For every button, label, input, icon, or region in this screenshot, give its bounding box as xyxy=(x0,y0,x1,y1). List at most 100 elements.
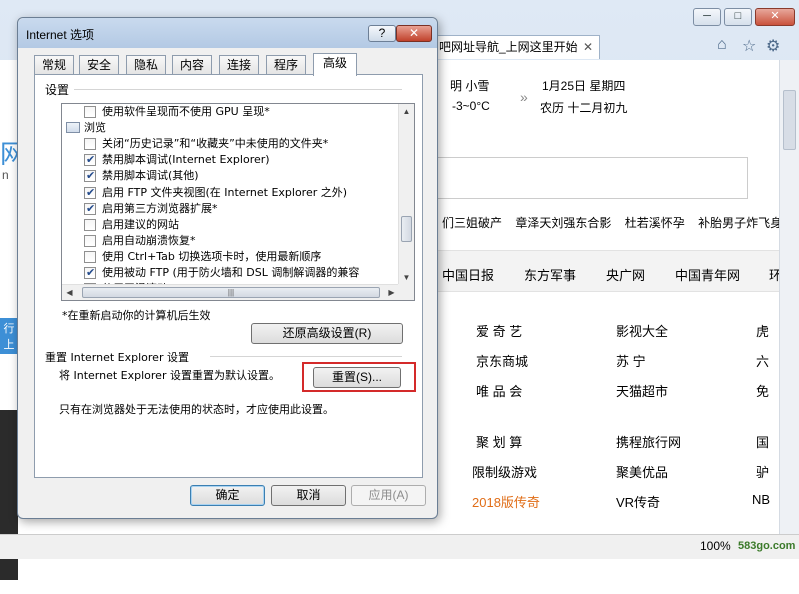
weather-more-icon[interactable]: » xyxy=(520,89,528,105)
nav-link[interactable]: 东方军事 xyxy=(524,265,576,284)
side-banner-text-1: 行 xyxy=(3,323,15,335)
tab-advanced[interactable]: 高级 xyxy=(313,53,357,76)
scroll-right-icon[interactable]: ▶ xyxy=(384,285,399,300)
scroll-down-icon[interactable]: ▼ xyxy=(399,270,414,285)
restore-advanced-button[interactable]: 还原高级设置(R) xyxy=(251,323,403,344)
news-item[interactable]: 们三姐破产 xyxy=(442,216,502,230)
site-link[interactable]: 2018版传奇 xyxy=(472,492,540,511)
restart-note: *在重新启动你的计算机后生效 xyxy=(62,309,211,322)
option-checkbox[interactable] xyxy=(84,152,96,168)
site-link[interactable]: 爱 奇 艺 xyxy=(476,321,522,340)
nav-link[interactable]: 央广网 xyxy=(606,265,645,284)
date-text: 1月25日 星期四 xyxy=(542,79,626,93)
option-checkbox[interactable] xyxy=(84,201,96,217)
option-checkbox[interactable] xyxy=(84,138,96,151)
side-banner-text-2: 上 xyxy=(3,339,15,351)
star-icon[interactable]: ☆ xyxy=(742,36,756,56)
option-label: 关闭“历史记录”和“收藏夹”中未使用的文件夹* xyxy=(102,137,329,151)
site-link[interactable]: 携程旅行网 xyxy=(616,432,681,451)
tab-connections[interactable]: 连接 xyxy=(219,55,259,75)
site-link[interactable]: 国 xyxy=(756,432,769,451)
dialog-title: Internet 选项 xyxy=(26,28,95,42)
option-label: 启用建议的网站 xyxy=(102,217,179,231)
scrollbar-thumb[interactable] xyxy=(783,90,796,150)
option-label: 启用 FTP 文件夹视图(在 Internet Explorer 之外) xyxy=(102,185,348,199)
site-link[interactable]: 限制级游戏 xyxy=(472,462,537,481)
site-link[interactable]: VR传奇 xyxy=(616,492,660,511)
tree-horizontal-scrollbar[interactable]: ◀ ||| ▶ xyxy=(62,284,399,300)
scroll-up-icon[interactable]: ▲ xyxy=(399,104,414,119)
tab-security[interactable]: 安全 xyxy=(79,55,119,75)
site-logo-subtext: n xyxy=(2,168,9,182)
news-ticker: 们三姐破产 章泽天刘强东合影 杜若溪怀孕 补胎男子炸飞身亡 xyxy=(442,214,799,231)
reset-warning: 只有在浏览器处于无法使用的状态时，才应使用此设置。 xyxy=(59,403,334,416)
site-link[interactable]: 苏 宁 xyxy=(616,351,646,370)
settings-group-divider xyxy=(74,89,402,90)
tree-hscroll-thumb[interactable]: ||| xyxy=(82,287,380,298)
weather-condition: 明 小雪 xyxy=(450,79,490,93)
tree-scroll-thumb[interactable] xyxy=(401,216,412,242)
tab-content[interactable]: 内容 xyxy=(172,55,212,75)
lunar-date: 农历 十二月初九 xyxy=(540,101,628,115)
site-link[interactable]: NB xyxy=(752,492,770,507)
option-checkbox[interactable] xyxy=(84,168,96,184)
site-link[interactable]: 虎 xyxy=(756,321,769,340)
site-link[interactable]: 天猫超市 xyxy=(616,381,668,400)
site-link[interactable]: 聚 划 算 xyxy=(476,432,522,451)
search-input[interactable] xyxy=(436,157,748,199)
settings-group-label: 设置 xyxy=(45,83,70,97)
dialog-titlebar[interactable]: Internet 选项 ? ✕ xyxy=(18,18,437,48)
site-link[interactable]: 唯 品 会 xyxy=(476,381,522,400)
dialog-close-button[interactable]: ✕ xyxy=(396,25,432,42)
side-banner[interactable]: 行 上 xyxy=(0,318,18,354)
site-link[interactable]: 六 xyxy=(756,351,769,370)
option-label: 使用被动 FTP (用于防火墙和 DSL 调制解调器的兼容 xyxy=(102,266,360,279)
scroll-left-icon[interactable]: ◀ xyxy=(62,285,77,300)
news-item[interactable]: 杜若溪怀孕 xyxy=(625,216,685,230)
maximize-button[interactable]: □ xyxy=(724,8,752,26)
option-checkbox[interactable] xyxy=(84,218,96,231)
ok-button[interactable]: 确定 xyxy=(190,485,265,506)
page-scrollbar[interactable] xyxy=(779,60,799,534)
watermark: 583go.com xyxy=(738,540,796,552)
tab-programs[interactable]: 程序 xyxy=(266,55,306,75)
site-link[interactable]: 免 xyxy=(756,381,769,400)
tab-close-icon[interactable]: ✕ xyxy=(583,36,593,58)
option-label: 禁用脚本调试(Internet Explorer) xyxy=(102,153,270,167)
site-link[interactable]: 京东商城 xyxy=(476,351,528,370)
option-checkbox[interactable] xyxy=(84,185,96,201)
tab-privacy[interactable]: 隐私 xyxy=(126,55,166,75)
site-link[interactable]: 影视大全 xyxy=(616,321,668,340)
tab-general[interactable]: 常规 xyxy=(34,55,74,75)
option-checkbox[interactable] xyxy=(84,234,96,247)
site-link[interactable]: 驴 xyxy=(756,462,769,481)
apply-button[interactable]: 应用(A) xyxy=(351,485,426,506)
zoom-level[interactable]: 100% xyxy=(700,539,731,553)
page-left-edge: 网 n 行 上 xyxy=(0,120,26,594)
news-item[interactable]: 章泽天刘强东合影 xyxy=(515,216,611,230)
nav-link[interactable]: 中国日报 xyxy=(442,265,494,284)
option-checkbox[interactable] xyxy=(84,250,96,263)
settings-tree[interactable]: 使用软件呈现而不使用 GPU 呈现* 浏览 关闭“历史记录”和“收藏夹”中未使用的文… xyxy=(61,103,415,301)
option-label: 禁用脚本调试(其他) xyxy=(102,169,199,183)
home-icon[interactable]: ⌂ xyxy=(717,36,727,54)
site-nav-bar: 中国日报 东方军事 央广网 中国青年网 环 xyxy=(432,250,782,292)
option-label: 使用 Ctrl+Tab 切换选项卡时，使用最新顺序 xyxy=(102,249,322,263)
help-button[interactable]: ? xyxy=(368,25,396,42)
status-bar: 100% 583go.com xyxy=(0,534,799,559)
option-checkbox[interactable] xyxy=(84,265,96,281)
window-close-button[interactable]: ✕ xyxy=(755,8,795,26)
site-link[interactable]: 聚美优品 xyxy=(616,462,668,481)
cancel-button[interactable]: 取消 xyxy=(271,485,346,506)
browser-tab[interactable]: 吧网址导航_上网这里开始 ✕ xyxy=(432,35,600,59)
nav-link[interactable]: 中国青年网 xyxy=(675,265,740,284)
scroll-corner xyxy=(398,284,414,300)
reset-description: 将 Internet Explorer 设置重置为默认设置。 xyxy=(59,369,280,382)
gear-icon[interactable]: ⚙ xyxy=(766,36,780,56)
option-label: 使用软件呈现而不使用 GPU 呈现* xyxy=(102,105,270,118)
minimize-button[interactable]: ─ xyxy=(693,8,721,26)
option-label: 启用第三方浏览器扩展* xyxy=(102,201,218,215)
reset-button-highlight xyxy=(302,362,416,392)
tree-vertical-scrollbar[interactable]: ▲ ▼ xyxy=(398,104,414,285)
option-checkbox[interactable] xyxy=(84,106,96,118)
